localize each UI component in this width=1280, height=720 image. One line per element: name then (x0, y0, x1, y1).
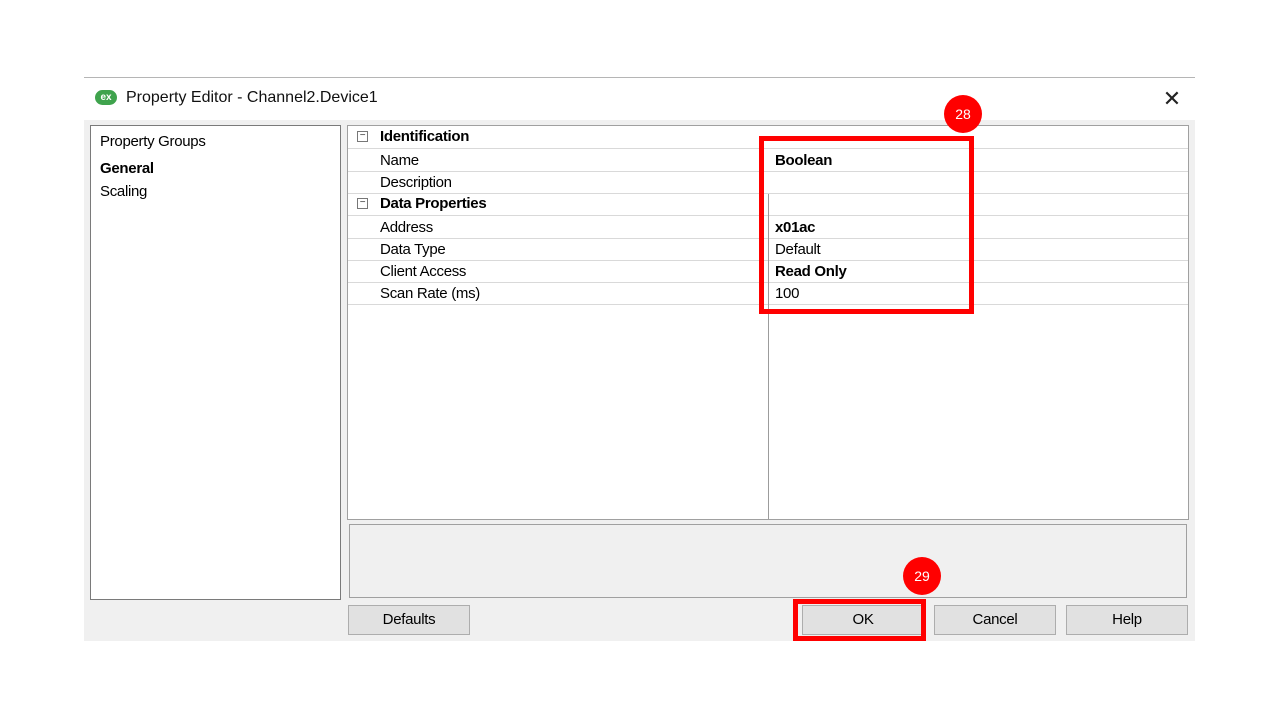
property-key: Address (380, 219, 433, 236)
step-badge-28: 28 (944, 95, 982, 133)
property-key: Description (380, 174, 452, 191)
property-key: Client Access (380, 263, 467, 280)
property-key: Data Type (380, 241, 446, 258)
group-item-scaling[interactable]: Scaling (100, 183, 147, 200)
help-button[interactable]: Help (1066, 605, 1188, 635)
defaults-button[interactable]: Defaults (348, 605, 470, 635)
close-icon[interactable]: ✕ (1154, 82, 1190, 116)
collapse-icon[interactable]: − (357, 131, 368, 142)
cancel-button[interactable]: Cancel (934, 605, 1056, 635)
highlight-box-ok (793, 599, 926, 641)
window-title: Property Editor - Channel2.Device1 (126, 89, 378, 106)
title-bar: ex Property Editor - Channel2.Device1 ✕ (84, 78, 1195, 120)
property-key: Name (380, 152, 419, 169)
category-title: Identification (380, 128, 470, 145)
property-groups-header: Property Groups (100, 133, 206, 150)
step-badge-29: 29 (903, 557, 941, 595)
property-editor-dialog: ex Property Editor - Channel2.Device1 ✕ … (84, 77, 1195, 641)
collapse-icon[interactable]: − (357, 198, 368, 209)
highlight-box-values (759, 136, 974, 314)
description-panel (349, 524, 1187, 598)
group-item-general[interactable]: General (100, 160, 154, 177)
category-title: Data Properties (380, 195, 487, 212)
app-icon: ex (95, 90, 117, 105)
property-key: Scan Rate (ms) (380, 285, 480, 302)
property-groups-panel: Property Groups General Scaling (90, 125, 341, 600)
